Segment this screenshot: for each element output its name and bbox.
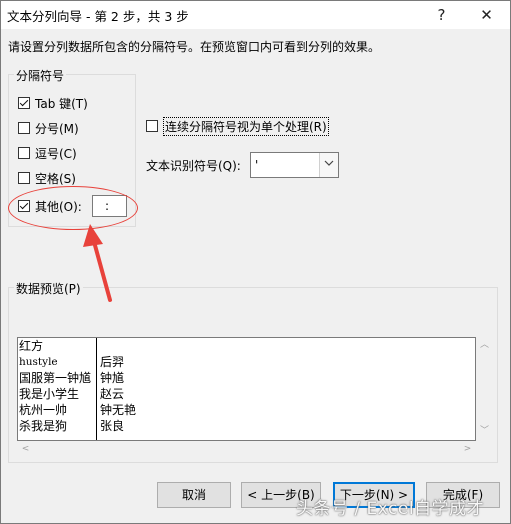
preview-cell: 张良 [100,419,125,433]
tab-checkbox-row[interactable]: Tab 键(T) [18,95,88,111]
preview-column-2: 后羿 钟馗 赵云 钟无艳 张良 [99,338,136,434]
delimiters-legend: 分隔符号 [14,67,67,84]
text-qualifier-select[interactable]: ' [250,152,339,178]
help-button[interactable]: ? [419,1,464,29]
text-qualifier-value: ' [255,158,259,172]
space-checkbox-row[interactable]: 空格(S) [18,170,76,186]
preview-box[interactable]: 红方 hustyle 国服第一钟馗 我是小学生 杭州一帅 杀我是狗 后羿 钟馗 … [17,337,476,441]
semicolon-checkbox[interactable] [18,122,30,134]
column-divider[interactable] [96,338,97,440]
close-button[interactable]: ✕ [464,1,509,29]
title-bar: 文本分列向导 - 第 2 步，共 3 步 ? ✕ [0,0,511,29]
preview-column-1: 红方 hustyle 国服第一钟馗 我是小学生 杭州一帅 杀我是狗 [18,338,96,440]
semicolon-label[interactable]: 分号(M) [35,120,79,137]
preview-cell: 赵云 [100,387,125,401]
tab-label[interactable]: Tab 键(T) [35,95,88,112]
preview-cell: 钟馗 [100,371,125,385]
comma-checkbox[interactable] [18,147,30,159]
comma-checkbox-row[interactable]: 逗号(C) [18,145,77,161]
comma-label[interactable]: 逗号(C) [35,145,77,162]
instruction-text: 请设置分列数据所包含的分隔符号。在预览窗口内可看到分列的效果。 [8,40,381,54]
preview-legend: 数据预览(P) [14,280,83,297]
preview-cell: 杀我是狗 [19,419,68,433]
tab-checkbox[interactable] [18,97,30,109]
preview-cell: 杭州一帅 [19,403,68,417]
watermark: 头条号 / Excel自学成才 [296,499,485,519]
preview-cell: 红方 [19,339,44,353]
preview-cell: 钟无艳 [100,403,137,417]
preview-cell [99,338,136,354]
consecutive-label[interactable]: 连续分隔符号视为单个处理(R) [163,116,329,136]
space-label[interactable]: 空格(S) [35,170,76,187]
consecutive-checkbox-row[interactable]: 连续分隔符号视为单个处理(R) [146,116,329,136]
chevron-down-icon[interactable] [319,153,338,177]
scroll-right-icon[interactable]: > [459,441,476,458]
scroll-up-icon[interactable]: ︿ [476,337,493,354]
cancel-button[interactable]: 取消 [157,482,231,508]
preview-cell: hustyle [19,356,58,368]
scroll-left-icon[interactable]: < [17,441,34,458]
annotation-arrow [83,224,112,302]
text-qualifier-label: 文本识别符号(Q): [146,159,241,173]
preview-cell: 后羿 [100,355,125,369]
semicolon-checkbox-row[interactable]: 分号(M) [18,120,79,136]
horizontal-scrollbar[interactable]: < > [17,441,476,458]
space-checkbox[interactable] [18,172,30,184]
preview-cell: 国服第一钟馗 [19,371,92,385]
preview-cell: 我是小学生 [19,387,80,401]
scroll-down-icon[interactable]: ﹀ [476,423,493,440]
vertical-scrollbar[interactable]: ︿ ﹀ [476,337,493,441]
window-title: 文本分列向导 - 第 2 步，共 3 步 [7,9,189,24]
consecutive-checkbox[interactable] [146,120,158,132]
